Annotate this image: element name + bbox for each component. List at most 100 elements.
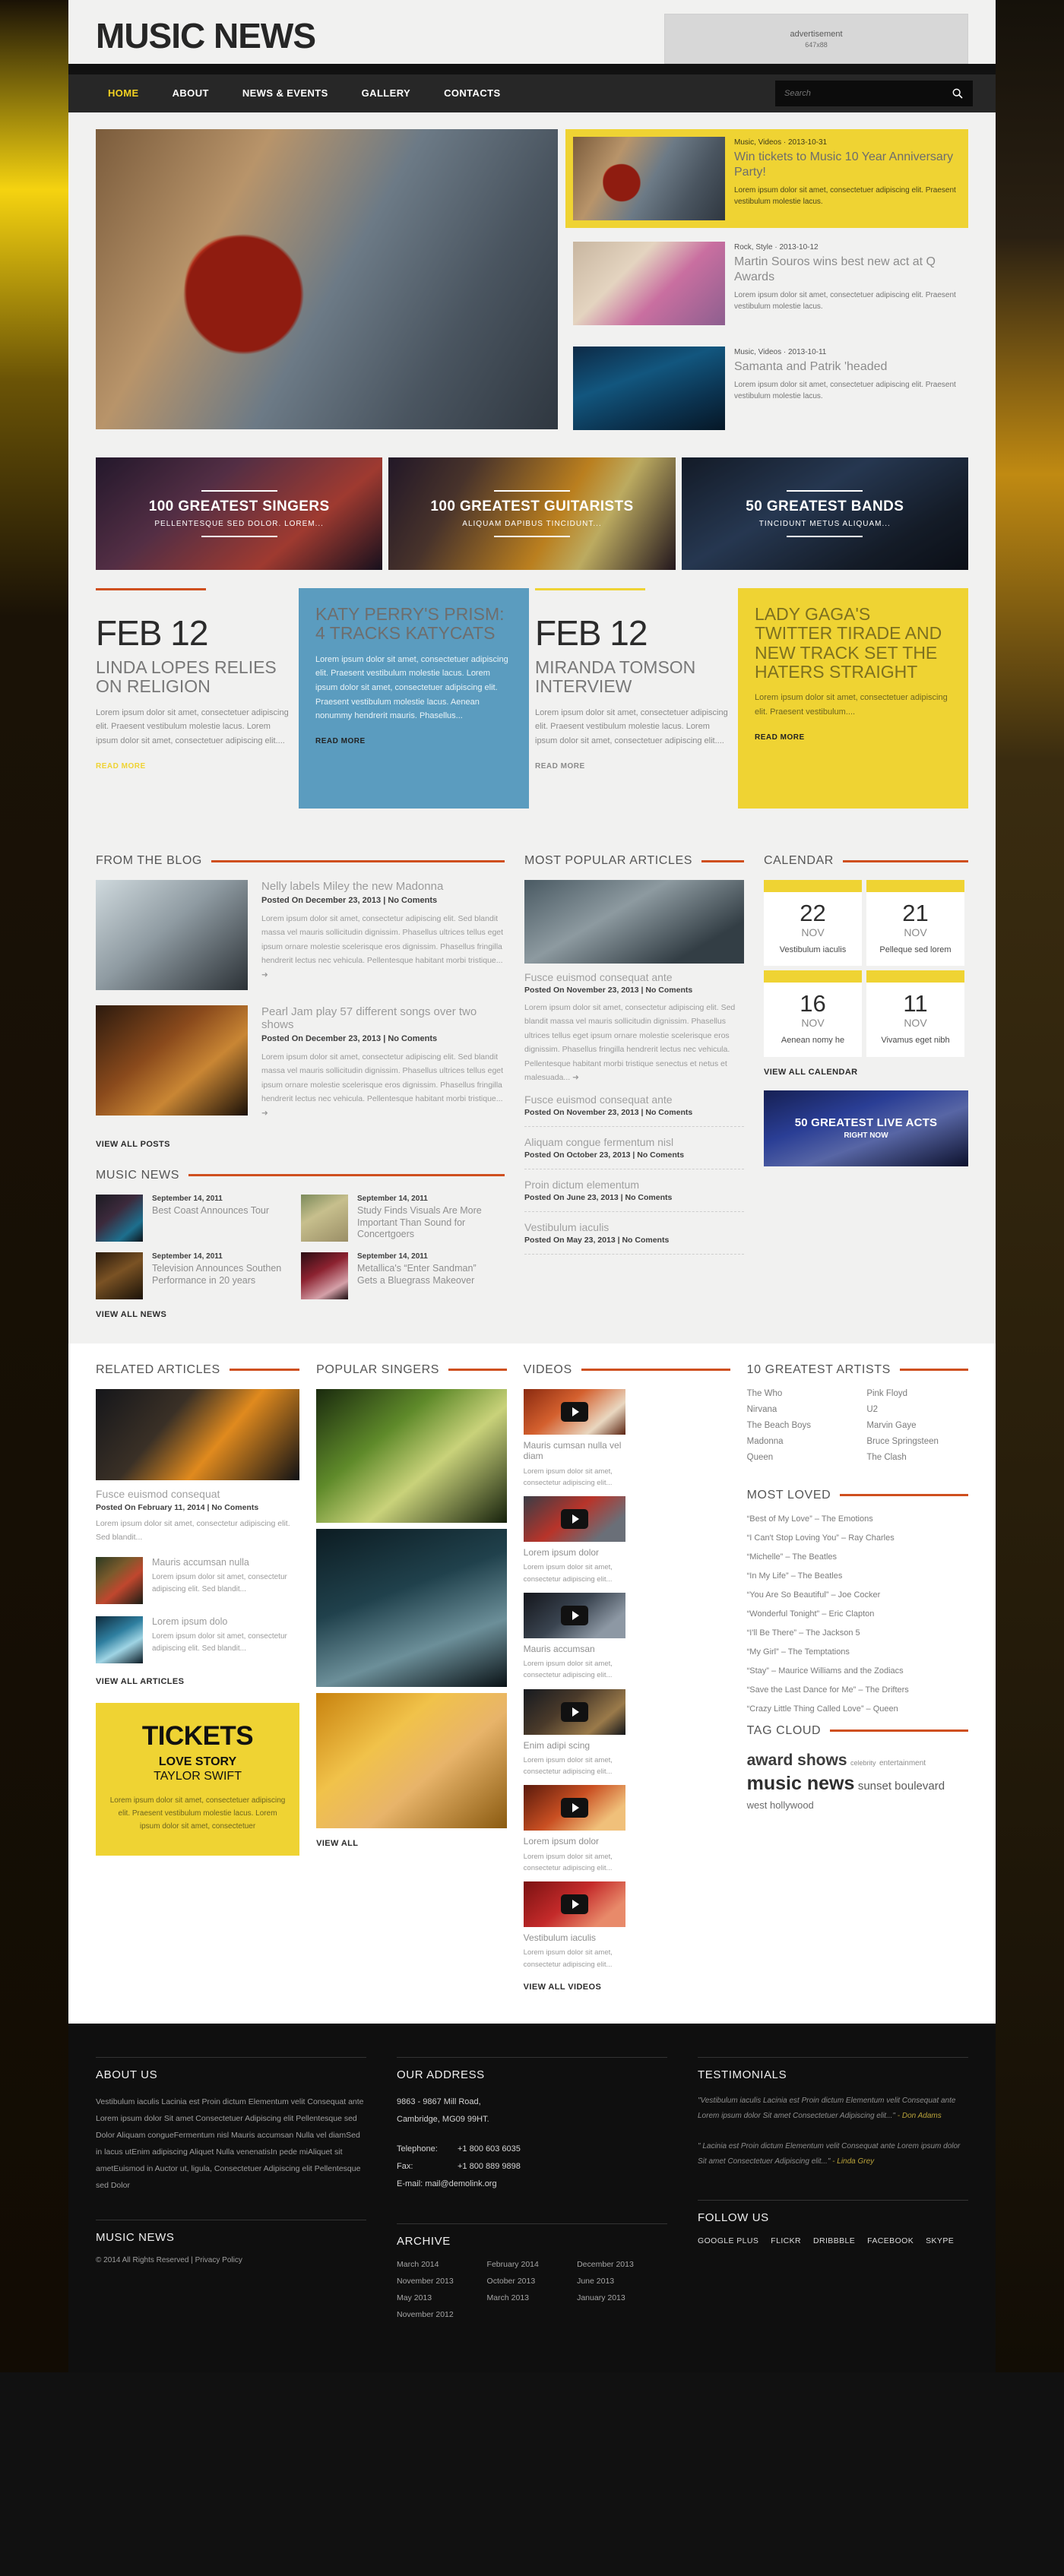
card-read-more[interactable]: READ MORE	[315, 737, 366, 745]
music-news-item[interactable]: September 14, 2011 Study Finds Visuals A…	[301, 1194, 492, 1242]
nav-item-gallery[interactable]: GALLERY	[345, 87, 427, 100]
music-news-item[interactable]: September 14, 2011 Metallica's “Enter Sa…	[301, 1252, 492, 1299]
tag-celebrity[interactable]: celebrity	[850, 1759, 876, 1767]
hero-side-item[interactable]: Music, Videos · 2013-10-11 Samanta and P…	[565, 339, 968, 438]
music-news-item[interactable]: September 14, 2011 Best Coast Announces …	[96, 1194, 287, 1242]
blog-post-title[interactable]: Nelly labels Miley the new Madonna	[261, 880, 505, 893]
video-title[interactable]: Lorem ipsum dolor	[524, 1547, 625, 1558]
artist-name[interactable]: The Clash	[866, 1453, 968, 1462]
footer-email[interactable]: E-mail: mail@demolink.org	[397, 2176, 667, 2193]
view-all-news-link[interactable]: VIEW ALL NEWS	[96, 1310, 166, 1319]
video-title[interactable]: Mauris accumsan	[524, 1644, 625, 1654]
view-all-calendar-link[interactable]: VIEW ALL CALENDAR	[764, 1068, 858, 1077]
video-item[interactable]: Vestibulum iaculis Lorem ipsum dolor sit…	[523, 1881, 625, 1970]
nav-link-home[interactable]: HOME	[108, 87, 139, 99]
nav-link-gallery[interactable]: GALLERY	[362, 87, 410, 99]
social-link-google-plus[interactable]: GOOGLE PLUS	[698, 2236, 758, 2245]
archive-link[interactable]: March 2014	[397, 2260, 487, 2269]
popular-article-row[interactable]: Vestibulum iaculis Posted On May 23, 201…	[524, 1212, 744, 1255]
singer-image-medium[interactable]	[316, 1528, 507, 1687]
news-card-katy-perry[interactable]: KATY PERRY'S PRISM: 4 TRACKS KATYCATS Lo…	[299, 588, 529, 809]
archive-link[interactable]: May 2013	[397, 2293, 487, 2302]
archive-link[interactable]: November 2013	[397, 2277, 487, 2286]
card-read-more[interactable]: READ MORE	[96, 762, 146, 771]
hero-side-item-featured[interactable]: Music, Videos · 2013-10-31 Win tickets t…	[565, 129, 968, 228]
calendar-event[interactable]: 16 NOV Aenean nomy he	[763, 970, 862, 1057]
related-mini-item[interactable]: Lorem ipsum dolo Lorem ipsum dolor sit a…	[96, 1616, 299, 1663]
play-icon[interactable]	[560, 1701, 588, 1722]
archive-link[interactable]: November 2012	[397, 2310, 487, 2319]
banner-greatest-singers[interactable]: 100 GREATEST SINGERS PELLENTESQUE SED DO…	[96, 457, 383, 570]
music-news-title[interactable]: Best Coast Announces Tour	[152, 1205, 269, 1217]
card-title[interactable]: KATY PERRY'S PRISM: 4 TRACKS KATYCATS	[315, 604, 512, 644]
most-loved-item[interactable]: “Wonderful Tonight” – Eric Clapton	[747, 1609, 968, 1619]
related-lead-image[interactable]	[96, 1388, 300, 1480]
popular-lead-image[interactable]	[524, 880, 744, 964]
music-news-title[interactable]: Metallica's “Enter Sandman” Gets a Blueg…	[357, 1263, 492, 1286]
popular-row-title[interactable]: Proin dictum elementum	[524, 1179, 744, 1191]
nav-item-contacts[interactable]: CONTACTS	[427, 87, 517, 100]
most-loved-item[interactable]: “My Girl” – The Temptations	[747, 1647, 968, 1657]
artist-name[interactable]: The Who	[747, 1389, 849, 1398]
video-title[interactable]: Mauris cumsan nulla vel diam	[524, 1440, 625, 1462]
most-loved-item[interactable]: “Best of My Love” – The Emotions	[747, 1514, 968, 1524]
artist-name[interactable]: Marvin Gaye	[866, 1421, 968, 1430]
nav-item-home[interactable]: HOME	[91, 87, 156, 100]
video-title[interactable]: Vestibulum iaculis	[524, 1932, 625, 1943]
artist-name[interactable]: Queen	[747, 1453, 849, 1462]
related-mini-item[interactable]: Mauris accumsan nulla Lorem ipsum dolor …	[96, 1556, 299, 1604]
social-link-facebook[interactable]: FACEBOOK	[867, 2236, 914, 2245]
hero-side-title[interactable]: Win tickets to Music 10 Year Anniversary…	[734, 150, 961, 180]
music-news-title[interactable]: Television Announces Southen Performance…	[152, 1263, 287, 1286]
video-thumbnail[interactable]	[523, 1785, 625, 1831]
archive-link[interactable]: January 2013	[577, 2293, 667, 2302]
artist-name[interactable]: Bruce Springsteen	[866, 1437, 968, 1446]
most-loved-item[interactable]: “I Can't Stop Loving You” – Ray Charles	[747, 1533, 968, 1543]
tag-music-news[interactable]: music news	[747, 1773, 855, 1794]
calendar-event[interactable]: 22 NOV Vestibulum iaculis	[763, 880, 862, 967]
calendar-event[interactable]: 11 NOV Vivamus eget nibh	[866, 970, 964, 1057]
view-all-articles-link[interactable]: VIEW ALL ARTICLES	[96, 1677, 184, 1686]
blog-post[interactable]: Pearl Jam play 57 different songs over t…	[96, 1005, 505, 1120]
hero-side-item[interactable]: Rock, Style · 2013-10-12 Martin Souros w…	[565, 234, 968, 333]
play-icon[interactable]	[560, 1509, 588, 1530]
popular-row-title[interactable]: Vestibulum iaculis	[524, 1221, 744, 1233]
play-icon[interactable]	[560, 1798, 588, 1818]
video-thumbnail[interactable]	[523, 1881, 625, 1928]
popular-row-title[interactable]: Aliquam congue fermentum nisl	[524, 1136, 744, 1148]
promo-live-acts[interactable]: 50 GREATEST LIVE ACTS RIGHT NOW	[763, 1090, 968, 1166]
footer-copyright[interactable]: © 2014 All Rights Reserved | Privacy Pol…	[96, 2256, 366, 2264]
popular-lead-title[interactable]: Fusce euismod consequat ante	[524, 971, 744, 983]
banner-greatest-guitarists[interactable]: 100 GREATEST GUITARISTS ALIQUAM DAPIBUS …	[388, 457, 676, 570]
blog-post[interactable]: Nelly labels Miley the new Madonna Poste…	[96, 880, 505, 990]
search-box[interactable]	[775, 81, 973, 106]
play-icon[interactable]	[560, 1401, 588, 1422]
video-thumbnail[interactable]	[523, 1388, 625, 1435]
video-thumbnail[interactable]	[523, 1496, 625, 1543]
video-item[interactable]: Lorem ipsum dolor Lorem ipsum dolor sit …	[523, 1785, 625, 1874]
hero-side-title[interactable]: Martin Souros wins best new act at Q Awa…	[734, 255, 961, 285]
artist-name[interactable]: The Beach Boys	[747, 1421, 849, 1430]
view-all-singers-link[interactable]: VIEW ALL	[316, 1839, 358, 1848]
artist-name[interactable]: Madonna	[747, 1437, 849, 1446]
play-icon[interactable]	[560, 1605, 588, 1625]
most-loved-item[interactable]: “You Are So Beautiful” – Joe Cocker	[747, 1590, 968, 1600]
news-card-lady-gaga[interactable]: LADY GAGA'S TWITTER TIRADE AND NEW TRACK…	[738, 588, 968, 809]
news-card-linda-lopes[interactable]: FEB 12 LINDA LOPES RELIES ON RELIGION Lo…	[96, 588, 293, 809]
most-loved-item[interactable]: “In My Life” – The Beatles	[747, 1571, 968, 1581]
site-logo[interactable]: MUSIC NEWS	[96, 14, 316, 53]
calendar-event[interactable]: 21 NOV Pelleque sed lorem	[866, 880, 964, 967]
related-mini-title[interactable]: Mauris accumsan nulla	[152, 1557, 299, 1568]
blog-post-title[interactable]: Pearl Jam play 57 different songs over t…	[261, 1005, 505, 1031]
music-news-title[interactable]: Study Finds Visuals Are More Important T…	[357, 1205, 492, 1241]
video-thumbnail[interactable]	[523, 1688, 625, 1735]
social-link-skype[interactable]: SKYPE	[926, 2236, 954, 2245]
tag-entertainment[interactable]: entertainment	[879, 1759, 926, 1767]
search-icon[interactable]	[952, 87, 964, 100]
most-loved-item[interactable]: “Save the Last Dance for Me” – The Drift…	[747, 1685, 968, 1695]
related-mini-title[interactable]: Lorem ipsum dolo	[152, 1616, 299, 1628]
popular-article-row[interactable]: Aliquam congue fermentum nisl Posted On …	[524, 1127, 744, 1170]
view-all-videos-link[interactable]: VIEW ALL VIDEOS	[524, 1983, 602, 1992]
artist-name[interactable]: Nirvana	[747, 1405, 849, 1414]
most-loved-item[interactable]: “I'll Be There” – The Jackson 5	[747, 1628, 968, 1638]
